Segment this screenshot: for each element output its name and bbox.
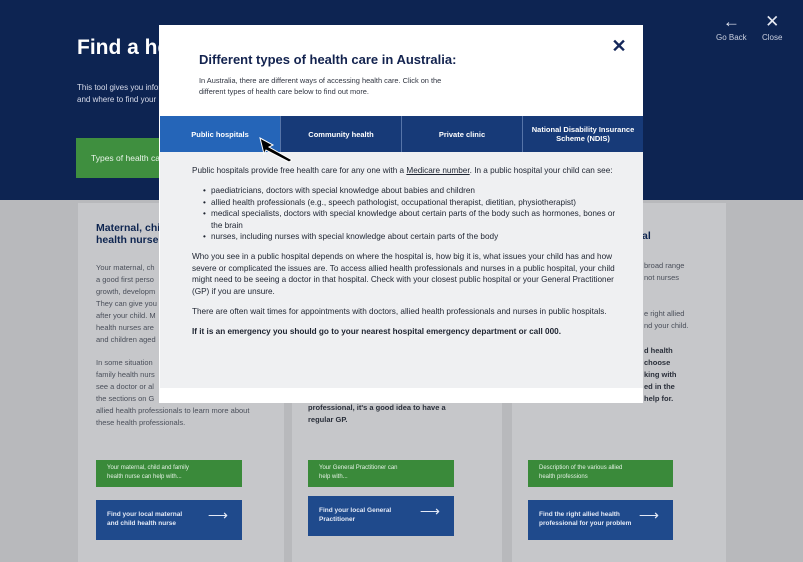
card-heading: al	[642, 230, 651, 242]
card-blue-button[interactable]: Find your local General Practitioner ⟶	[308, 496, 454, 536]
card-blue-button[interactable]: Find your local maternal and child healt…	[96, 500, 242, 540]
card-text-more: e right allied nd your child.	[644, 309, 689, 330]
close-icon: ✕	[611, 36, 627, 56]
list-item: paediatricians, doctors with special kno…	[203, 185, 619, 197]
card-text: broad range not nurses	[644, 261, 685, 282]
arrow-left-icon: ←	[722, 12, 740, 31]
close-icon: ✕	[765, 12, 780, 31]
medicare-number-link[interactable]: Medicare number	[406, 166, 469, 175]
card-green-button[interactable]: Your General Practitioner can help with.…	[308, 460, 454, 487]
arrow-right-icon: ⟶	[207, 507, 228, 523]
list-item: nurses, including nurses with special kn…	[203, 231, 619, 243]
list-item: medical specialists, doctors with specia…	[203, 208, 619, 231]
page-close-label: Close	[762, 33, 783, 42]
go-back-label: Go Back	[716, 33, 747, 42]
card-bold-text: professional, it's a good idea to have a…	[308, 403, 446, 424]
card-blue-button-label: Find your local maternal and child healt…	[107, 511, 183, 527]
go-back-button[interactable]: ← Go Back	[716, 13, 747, 42]
list-item: allied health professionals (e.g., speec…	[203, 197, 619, 209]
card-text: Your maternal, ch a good first perso gro…	[96, 263, 157, 344]
tab-private-clinic[interactable]: Private clinic	[402, 116, 523, 152]
panel-text: Public hospitals provide free health car…	[192, 166, 407, 175]
page-intro: This tool gives you infor and where to f…	[77, 83, 162, 104]
emergency-notice: If it is an emergency you should go to y…	[192, 327, 561, 337]
tab-community-health[interactable]: Community health	[281, 116, 402, 152]
arrow-right-icon: ⟶	[419, 503, 440, 519]
health-care-tabs: Public hospitals Community health Privat…	[160, 116, 643, 152]
panel-text: . In a public hospital your child can se…	[469, 166, 613, 175]
modal-close-button[interactable]: ✕	[609, 36, 629, 56]
panel-paragraph: Who you see in a public hospital depends…	[192, 252, 615, 296]
card-green-button[interactable]: Your maternal, child and family health n…	[96, 460, 242, 487]
panel-bullet-list: paediatricians, doctors with special kno…	[203, 185, 619, 242]
card-heading: Maternal, chi health nurse	[96, 222, 161, 246]
card-green-button[interactable]: Description of the various allied health…	[528, 460, 673, 487]
panel-paragraph: There are often wait times for appointme…	[192, 307, 607, 317]
tab-panel-public-hospitals: Public hospitals provide free health car…	[160, 152, 643, 388]
panel-paragraph: Public hospitals provide free health car…	[192, 165, 619, 176]
card-blue-button-label: Find your local General Practitioner	[319, 507, 392, 523]
page-title: Find a he	[77, 36, 170, 59]
arrow-right-icon: ⟶	[638, 507, 659, 523]
tab-ndis[interactable]: National Disability Insurance Scheme (ND…	[523, 116, 643, 152]
card-blue-button[interactable]: Find the right allied health professiona…	[528, 500, 673, 540]
modal-intro: In Australia, there are different ways o…	[199, 76, 442, 96]
mouse-pointer-icon	[259, 137, 293, 162]
card-blue-button-label: Find the right allied health professiona…	[539, 511, 632, 527]
page-close-button[interactable]: ✕ Close	[762, 13, 782, 42]
card-bold-text: d health choose king with ed in the help…	[644, 346, 677, 403]
health-care-types-modal: ✕ Different types of health care in Aust…	[159, 25, 643, 403]
modal-title: Different types of health care in Austra…	[199, 52, 457, 67]
